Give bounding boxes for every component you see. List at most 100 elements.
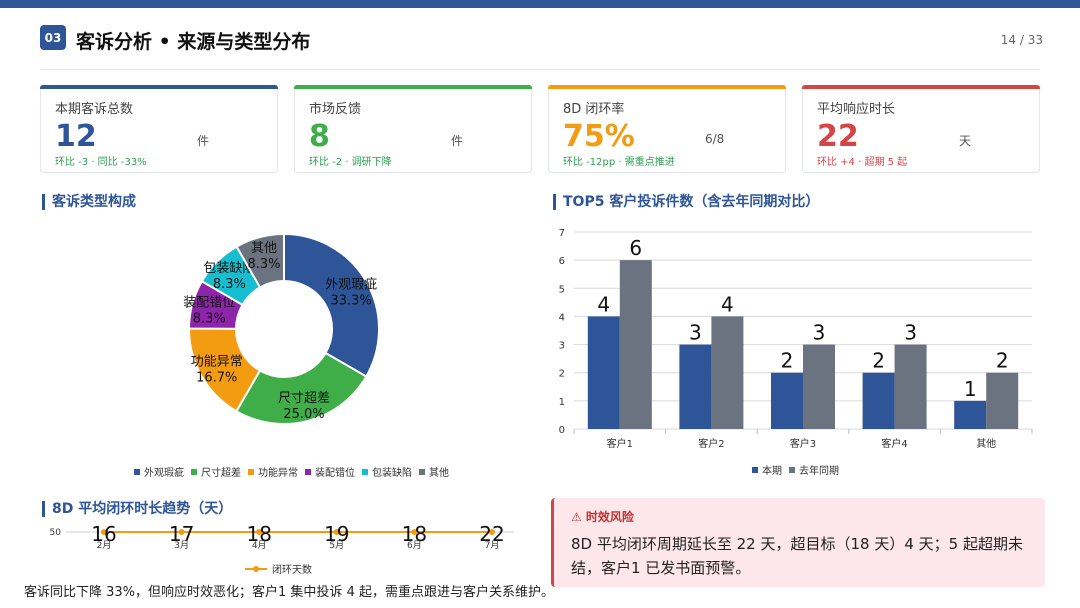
- bar-data-label: 4: [597, 292, 610, 316]
- bar-current: [679, 344, 712, 429]
- pie-slice-name: 外观瑕疵: [325, 277, 377, 292]
- bar-chart: 0123456746客户134客户223客户323客户412其他: [559, 228, 1033, 450]
- bar-current: [587, 316, 620, 429]
- legend-swatch: [134, 468, 140, 475]
- bar-current: [862, 372, 895, 429]
- kpi-note: 环比 -12pp · 需重点推进: [563, 157, 675, 168]
- kpi-value: 8: [309, 119, 330, 154]
- bar-current: [771, 372, 803, 429]
- top-accent-bar: [0, 0, 1080, 8]
- pie-chart: 外观瑕疵33.3%尺寸超差25.0%功能异常16.7%装配错位8.3%包装缺陷8…: [183, 232, 380, 425]
- pie-slice-percent: 8.3%: [247, 257, 280, 272]
- bar-ytick-label: 5: [559, 284, 565, 295]
- bar-data-label: 2: [781, 349, 794, 373]
- kpi-value: 22: [817, 119, 859, 154]
- legend-swatch: [191, 468, 197, 475]
- pie-slice-percent: 33.3%: [330, 293, 371, 308]
- pie-slice-name: 其他: [251, 241, 277, 256]
- bar-ytick-label: 4: [559, 312, 565, 323]
- bar-xtick-label: 客户2: [698, 437, 724, 450]
- bar-ytick-label: 3: [559, 341, 565, 352]
- section-number-badge: 03: [40, 25, 66, 50]
- legend-label: 包装缺陷: [372, 468, 412, 479]
- line-xtick-label: 3月: [174, 540, 189, 551]
- bar-data-label: 3: [689, 321, 702, 345]
- kpi-accent-bar: [802, 85, 1040, 89]
- bar-section-title: TOP5 客户投诉件数（含去年同期对比）: [553, 194, 819, 210]
- pie-slice-percent: 25.0%: [283, 407, 324, 422]
- bar-data-label: 1: [964, 377, 977, 401]
- legend-item: 尺寸超差: [191, 464, 241, 479]
- bar-xtick-label: 客户1: [607, 437, 633, 450]
- page-number: 14 / 33: [1000, 33, 1043, 47]
- bar-xtick-label: 客户4: [881, 437, 907, 450]
- kpi-label: 8D 闭环率: [563, 102, 625, 117]
- pie-section-title: 客诉类型构成: [42, 194, 136, 210]
- pie-slice-name: 功能异常: [191, 355, 243, 370]
- legend-swatch: [789, 466, 795, 473]
- risk-callout: ⚠ 时效风险 8D 平均闭环周期延长至 22 天，超目标（18 天）4 天；5 …: [551, 498, 1045, 587]
- kpi-note: 环比 +4 · 超期 5 起: [817, 157, 908, 168]
- bar-last-year: [986, 372, 1019, 429]
- bar-legend: 本期 去年同期: [752, 462, 846, 477]
- risk-title: ⚠ 时效风险: [571, 510, 634, 524]
- kpi-card-response: 平均响应时长 22 天 环比 +4 · 超期 5 起: [802, 85, 1040, 173]
- legend-item: 外观瑕疵: [134, 464, 184, 479]
- bar-xtick-label: 客户3: [790, 437, 816, 450]
- kpi-label: 平均响应时长: [817, 102, 896, 117]
- legend-swatch: [752, 466, 758, 473]
- line-xtick-label: 7月: [485, 540, 500, 551]
- bar-last-year: [711, 316, 744, 429]
- pie-slice-name: 装配错位: [183, 296, 235, 311]
- legend-item: 去年同期: [789, 462, 839, 477]
- kpi-card-market: 市场反馈 8 件 环比 -2 · 调研下降: [294, 85, 532, 173]
- legend-swatch: [419, 468, 425, 475]
- bar-last-year: [894, 344, 927, 429]
- kpi-unit: 件: [451, 134, 464, 148]
- legend-label: 外观瑕疵: [144, 468, 184, 479]
- kpi-label: 本期客诉总数: [55, 102, 134, 117]
- pie-slice-percent: 16.7%: [196, 371, 237, 386]
- bar-data-label: 3: [904, 321, 917, 345]
- legend-label: 尺寸超差: [201, 468, 241, 479]
- bar-ytick-label: 6: [559, 256, 565, 267]
- kpi-card-8d-rate: 8D 闭环率 75% 6/8 环比 -12pp · 需重点推进: [548, 85, 786, 173]
- kpi-accent-bar: [548, 85, 786, 89]
- legend-label: 其他: [429, 468, 449, 479]
- line-chart: 50 162月 173月 184月 195月 186月 227月闭环天数: [50, 522, 514, 576]
- kpi-label: 市场反馈: [309, 102, 362, 117]
- kpi-unit: 件: [197, 134, 210, 148]
- bar-ytick-label: 1: [559, 397, 565, 408]
- legend-swatch: [362, 468, 368, 475]
- line-legend-label: 闭环天数: [272, 563, 312, 576]
- bar-last-year: [619, 260, 652, 429]
- pie-slice-name: 尺寸超差: [278, 391, 330, 406]
- legend-item: 装配错位: [305, 464, 355, 479]
- legend-label: 功能异常: [258, 468, 298, 479]
- line-legend-marker: [253, 566, 259, 572]
- bar-ytick-label: 2: [559, 369, 565, 380]
- legend-swatch: [248, 468, 254, 475]
- page-title: 客诉分析 • 来源与类型分布: [76, 31, 311, 53]
- bar-ytick-label: 7: [559, 228, 565, 239]
- legend-item: 其他: [419, 464, 449, 479]
- pie-slice-percent: 8.3%: [213, 277, 246, 292]
- footer-summary: 客诉同比下降 33%，但响应时效恶化；客户1 集中投诉 4 起，需重点跟进与客户…: [24, 585, 554, 600]
- kpi-accent-bar: [294, 85, 532, 89]
- bar-data-label: 2: [872, 349, 885, 373]
- line-xtick-label: 6月: [407, 540, 422, 551]
- line-ytick-label: 50: [50, 528, 62, 538]
- line-xtick-label: 2月: [97, 540, 112, 551]
- risk-body: 8D 平均闭环周期延长至 22 天，超目标（18 天）4 天；5 起超期未结，客…: [571, 535, 1023, 577]
- pie-slice-percent: 8.3%: [193, 312, 226, 327]
- pie-legend: 外观瑕疵 尺寸超差 功能异常 装配错位 包装缺陷 其他: [134, 464, 456, 479]
- kpi-value: 75%: [563, 119, 635, 154]
- line-xtick-label: 4月: [252, 540, 267, 551]
- title-divider: [40, 69, 1040, 70]
- kpi-unit: 天: [959, 134, 972, 148]
- bar-data-label: 3: [813, 321, 826, 345]
- bar-last-year: [803, 344, 835, 429]
- bar-data-label: 6: [629, 236, 642, 260]
- kpi-value: 12: [55, 119, 97, 154]
- legend-label: 装配错位: [315, 468, 355, 479]
